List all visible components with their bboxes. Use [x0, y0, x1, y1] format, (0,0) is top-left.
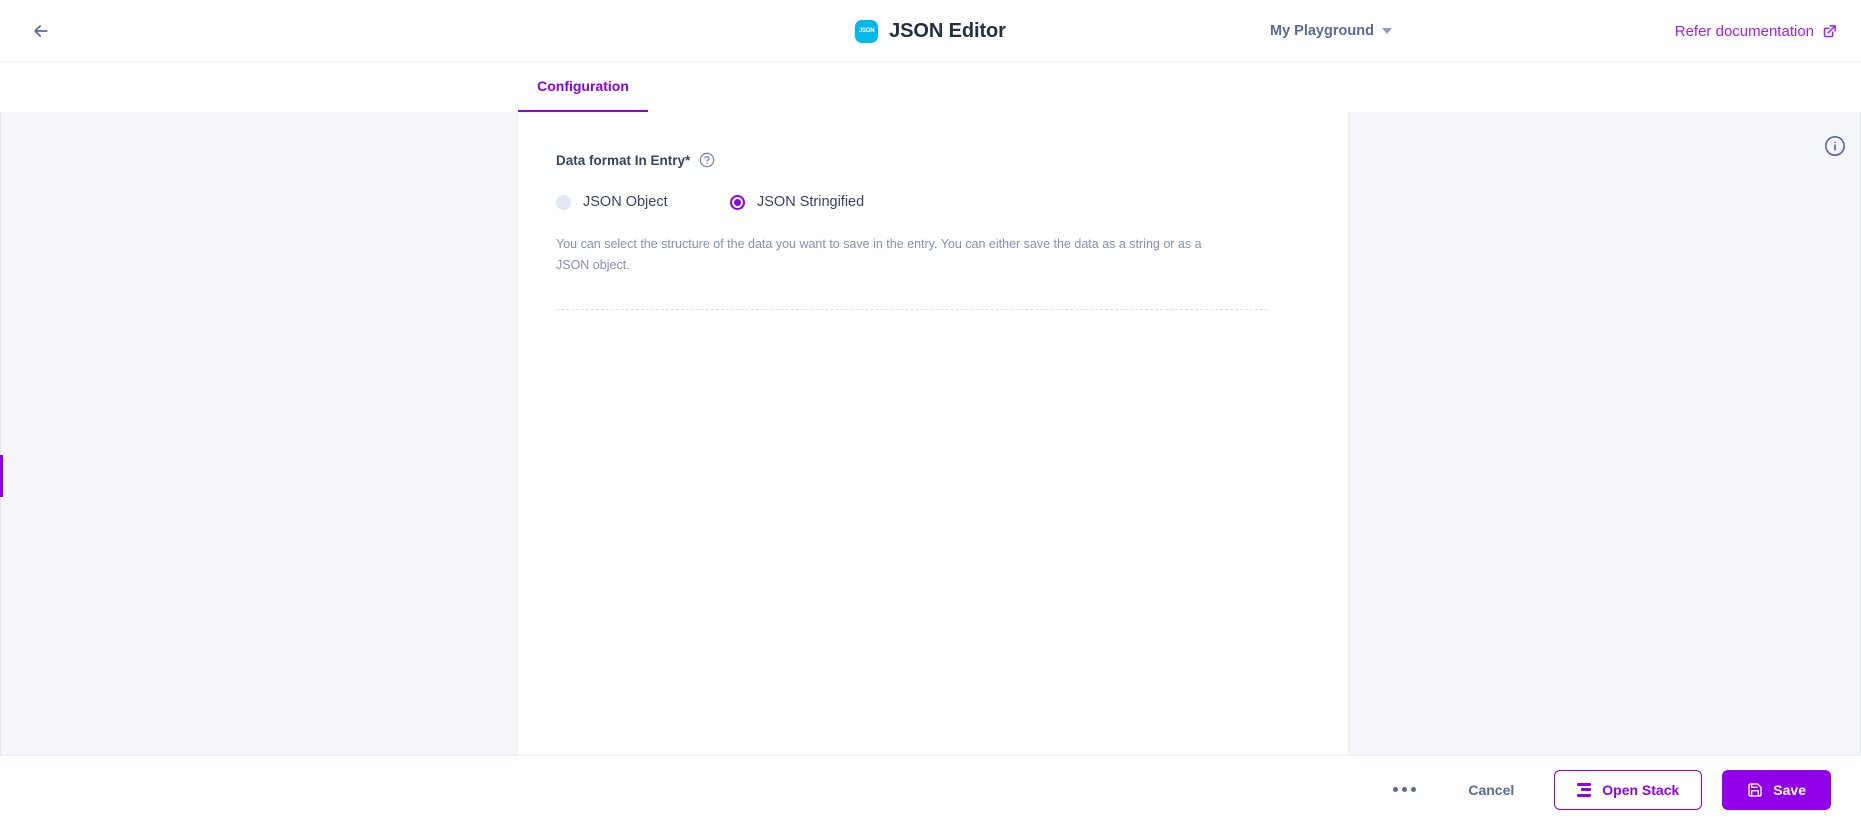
radio-option-json-stringified[interactable]: JSON Stringified: [730, 194, 864, 210]
data-format-help-text: You can select the structure of the data…: [556, 237, 1202, 272]
section-divider: [556, 309, 1268, 311]
more-horizontal-icon[interactable]: [1379, 777, 1430, 802]
kebab-dot: [1393, 787, 1399, 792]
radio-label-json-object: JSON Object: [583, 194, 668, 210]
app-root: JSON JSON Editor My Playground Refer doc…: [0, 0, 1861, 823]
floppy-disk-icon: [1747, 782, 1763, 798]
back-button[interactable]: [24, 14, 58, 48]
configuration-panel-inner: Data format In Entry* JSON Object JSON S…: [518, 112, 1348, 311]
kebab-dot: [1402, 787, 1408, 792]
chevron-down-icon: [1381, 28, 1392, 34]
refer-documentation-label: Refer documentation: [1674, 22, 1814, 40]
info-circle-icon[interactable]: [1823, 134, 1847, 158]
arrow-left-icon: [34, 24, 48, 37]
playground-selector[interactable]: My Playground: [1270, 0, 1392, 62]
page-title: JSON Editor: [889, 19, 1006, 42]
radio-option-json-object[interactable]: JSON Object: [556, 194, 730, 210]
external-link-icon: [1822, 24, 1837, 39]
header-title-group: JSON JSON Editor: [0, 0, 1861, 62]
playground-label: My Playground: [1270, 23, 1374, 39]
open-stack-button[interactable]: Open Stack: [1554, 769, 1703, 810]
tab-configuration-label: Configuration: [537, 78, 629, 94]
radio-circle-unselected-icon: [556, 194, 571, 210]
save-label: Save: [1773, 781, 1806, 798]
app-header: JSON JSON Editor My Playground Refer doc…: [0, 0, 1861, 62]
data-format-label: Data format In Entry*: [556, 152, 691, 168]
tab-strip: Configuration: [0, 62, 1861, 112]
question-circle-icon[interactable]: [699, 152, 715, 168]
refer-documentation-link[interactable]: Refer documentation: [1675, 0, 1837, 62]
stack-icon: [1577, 782, 1592, 797]
tab-configuration[interactable]: Configuration: [518, 62, 648, 112]
data-format-radio-group: JSON Object JSON Stringified: [556, 194, 1310, 210]
left-accent-marker: [0, 455, 3, 497]
json-editor-logo-icon: JSON: [855, 19, 879, 43]
save-button[interactable]: Save: [1722, 769, 1831, 810]
radio-circle-selected-icon: [730, 194, 745, 210]
content-body: Data format In Entry* JSON Object JSON S…: [0, 112, 1861, 755]
data-format-field-header: Data format In Entry*: [556, 152, 1310, 168]
radio-label-json-stringified: JSON Stringified: [757, 194, 865, 210]
open-stack-label: Open Stack: [1602, 781, 1680, 798]
footer-toolbar: Cancel Open Stack Save: [0, 755, 1861, 823]
configuration-panel: Data format In Entry* JSON Object JSON S…: [518, 112, 1348, 755]
kebab-dot: [1411, 787, 1417, 792]
body-left-edge: [0, 112, 1, 755]
logo-text: JSON: [858, 28, 875, 34]
cancel-button[interactable]: Cancel: [1446, 772, 1536, 808]
